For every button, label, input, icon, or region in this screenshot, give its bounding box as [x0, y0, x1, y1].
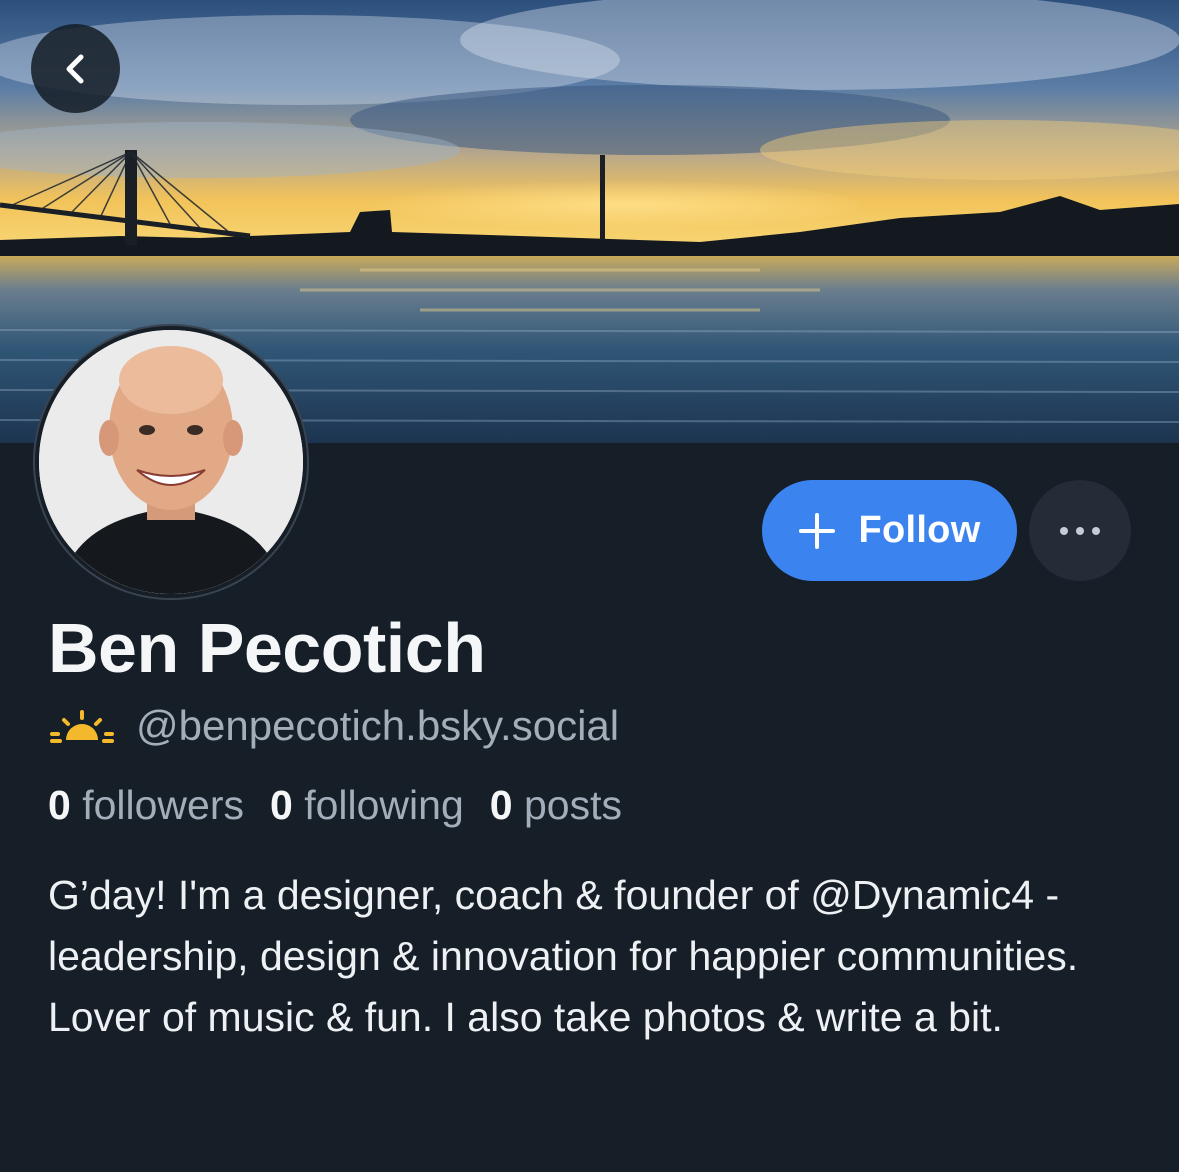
more-options-button[interactable] — [1029, 480, 1131, 581]
handle-row: @benpecotich.bsky.social — [50, 700, 619, 752]
following-stat[interactable]: 0 following — [270, 782, 464, 829]
profile-bio: G’day! I'm a designer, coach & founder o… — [48, 872, 1079, 1040]
following-count: 0 — [270, 782, 293, 828]
following-label: following — [304, 782, 464, 828]
avatar[interactable] — [35, 326, 307, 598]
back-button[interactable] — [31, 24, 120, 113]
plus-icon — [799, 512, 836, 549]
profile-page: Follow Ben Pecotich @benpecotich.bsky.so… — [0, 0, 1179, 1172]
chevron-left-icon — [66, 54, 83, 83]
followers-count: 0 — [48, 782, 71, 828]
posts-count: 0 — [489, 782, 513, 828]
sunrise-icon — [50, 710, 114, 743]
posts-label: posts — [523, 782, 622, 828]
display-name: Ben Pecotich — [48, 609, 486, 687]
ellipsis-icon — [1060, 526, 1068, 535]
posts-stat: 0 posts — [490, 782, 622, 829]
follow-button[interactable]: Follow — [762, 480, 1017, 581]
profile-handle[interactable]: @benpecotich.bsky.social — [136, 702, 619, 750]
profile-stats: 0 followers 0 following 0 posts — [48, 782, 622, 829]
followers-stat[interactable]: 0 followers — [48, 782, 244, 829]
followers-label: followers — [82, 782, 244, 828]
avatar-image — [39, 330, 303, 594]
follow-label: Follow — [858, 509, 981, 551]
